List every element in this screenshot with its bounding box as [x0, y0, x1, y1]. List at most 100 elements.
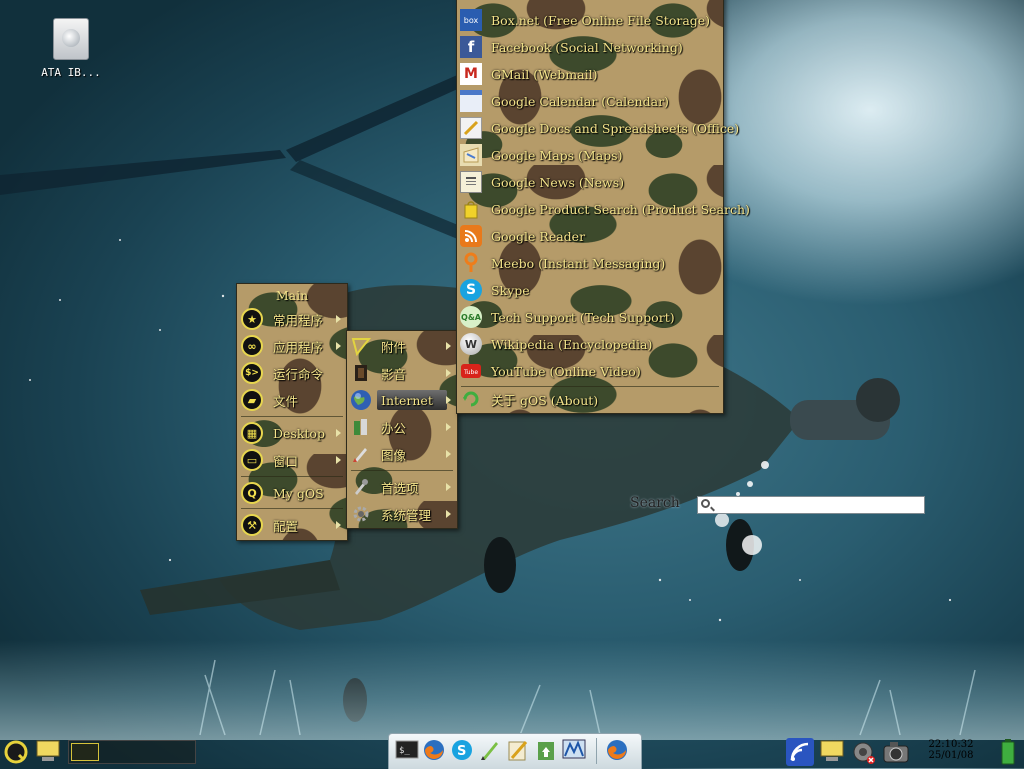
search-field[interactable]: [697, 496, 925, 514]
applications-submenu: 附件 影音 Internet 办公 图像 首选项 系统管理: [346, 330, 458, 529]
star-icon: ★: [241, 308, 263, 330]
internet-item-meebo[interactable]: Meebo (Instant Messaging): [457, 250, 723, 276]
terminal-icon[interactable]: $_: [395, 738, 419, 762]
internet-item-tech-support[interactable]: Q&A Tech Support (Tech Support): [457, 304, 723, 330]
internet-item-calendar[interactable]: Google Calendar (Calendar): [457, 88, 723, 114]
file-manager-icon[interactable]: [534, 738, 558, 762]
launcher-dock: $_ S: [388, 733, 642, 769]
main-menu-item-windows[interactable]: ▭ 窗口: [237, 447, 347, 473]
firefox-running-icon[interactable]: [605, 738, 629, 762]
clock-date: 25/01/08: [928, 750, 974, 761]
submenu-item-multimedia[interactable]: 影音: [347, 360, 457, 386]
internet-item-wikipedia[interactable]: W Wikipedia (Encyclopedia): [457, 331, 723, 357]
calendar-icon: [460, 90, 482, 112]
internet-item-docs[interactable]: Google Docs and Spreadsheets (Office): [457, 115, 739, 141]
accessories-icon: [350, 335, 372, 357]
internet-item-product-search[interactable]: Google Product Search (Product Search): [457, 196, 750, 222]
network-wifi-icon[interactable]: [786, 738, 814, 766]
text-editor-icon[interactable]: [478, 738, 502, 762]
submenu-arrow-icon: [446, 342, 451, 350]
internet-item-label: Tech Support (Tech Support): [491, 309, 675, 325]
menu-separator: [241, 416, 343, 417]
submenu-item-label: 办公: [381, 420, 407, 436]
internet-item-label: GMail (Webmail): [491, 66, 598, 82]
submenu-item-office[interactable]: 办公: [347, 414, 457, 440]
skype-icon: S: [460, 279, 482, 301]
folder-icon: ▰: [241, 389, 263, 411]
internet-item-label: Facebook (Social Networking): [491, 39, 683, 55]
internet-item-about[interactable]: 关于 gOS (About): [457, 386, 723, 412]
screenshot-camera-icon[interactable]: [882, 739, 909, 763]
submenu-item-internet[interactable]: Internet: [347, 387, 457, 413]
internet-item-news[interactable]: Google News (News): [457, 169, 723, 195]
main-menu-item-label: 配置: [273, 518, 299, 534]
monitor-icon[interactable]: [562, 738, 586, 762]
main-menu-item-run-command[interactable]: $> 运行命令: [237, 360, 347, 386]
internet-item-facebook[interactable]: f Facebook (Social Networking): [457, 34, 723, 60]
clock-time: 22:10:32: [928, 739, 974, 750]
submenu-arrow-icon: [446, 510, 451, 518]
menu-separator: [241, 476, 343, 477]
submenu-item-graphics[interactable]: 图像: [347, 441, 457, 467]
main-menu-item-label: 窗口: [273, 453, 299, 469]
submenu-item-accessories[interactable]: 附件: [347, 333, 457, 359]
internet-item-boxnet[interactable]: box Box.net (Free Online File Storage): [457, 7, 723, 33]
desktop-icon: ▦: [241, 422, 263, 444]
submenu-arrow-icon: [446, 450, 451, 458]
gmail-icon: M: [460, 63, 482, 85]
news-icon: [460, 171, 482, 193]
search-label: Search: [630, 495, 680, 511]
internet-item-label: Meebo (Instant Messaging): [491, 255, 666, 271]
battery-icon[interactable]: [998, 738, 1022, 765]
internet-item-label: Skype: [491, 282, 530, 298]
apps-icon: ∞: [241, 335, 263, 357]
facebook-icon: f: [460, 36, 482, 58]
qa-icon: Q&A: [460, 306, 482, 328]
gos-menu-button[interactable]: [4, 740, 28, 764]
internet-item-label: Wikipedia (Encyclopedia): [491, 336, 653, 352]
firefox-icon[interactable]: [422, 738, 446, 762]
office-icon[interactable]: [506, 738, 530, 762]
internet-item-reader[interactable]: Google Reader: [457, 223, 723, 249]
main-menu-item-label: 文件: [273, 393, 299, 409]
wallpaper-ground: [0, 640, 1024, 740]
desktop-icon-drive[interactable]: ATA IB...: [36, 18, 106, 79]
internet-item-youtube[interactable]: Tube YouTube (Online Video): [457, 358, 723, 384]
drive-icon: [53, 18, 89, 60]
run-command-icon: $>: [241, 362, 263, 384]
menu-separator: [241, 508, 343, 509]
rss-icon: [460, 225, 482, 247]
internet-item-maps[interactable]: Google Maps (Maps): [457, 142, 723, 168]
skype-icon[interactable]: S: [450, 738, 474, 762]
workspace-1[interactable]: [71, 743, 99, 761]
internet-item-label: Google News (News): [491, 174, 625, 190]
submenu-item-preferences[interactable]: 首选项: [347, 474, 457, 500]
submenu-item-system-admin[interactable]: 系统管理: [347, 501, 457, 527]
main-menu-item-favorites[interactable]: ★ 常用程序: [237, 306, 347, 332]
main-menu-item-desktop[interactable]: ▦ Desktop: [237, 420, 347, 446]
internet-item-skype[interactable]: S Skype: [457, 277, 723, 303]
workspace-pager[interactable]: [68, 740, 196, 764]
submenu-arrow-icon: [336, 342, 341, 350]
submenu-arrow-icon: [446, 423, 451, 431]
gos-icon: Q: [241, 482, 263, 504]
maps-icon: [460, 144, 482, 166]
show-desktop-button[interactable]: [36, 740, 60, 764]
internet-item-gmail[interactable]: M GMail (Webmail): [457, 61, 723, 87]
window-icon: ▭: [241, 449, 263, 471]
main-menu-item-files[interactable]: ▰ 文件: [237, 387, 347, 413]
volume-muted-icon[interactable]: [852, 741, 876, 765]
system-admin-icon: [350, 503, 372, 525]
shopping-icon: [460, 198, 482, 220]
show-desktop-tray-icon[interactable]: [820, 740, 844, 764]
main-menu-item-label: Desktop: [273, 425, 325, 441]
submenu-arrow-icon: [446, 369, 451, 377]
main-menu-item-applications[interactable]: ∞ 应用程序: [237, 333, 347, 359]
main-menu-item-my-gos[interactable]: Q My gOS: [237, 480, 347, 506]
search-input[interactable]: [716, 497, 916, 513]
clock[interactable]: 22:10:32 25/01/08: [926, 739, 976, 761]
internet-item-label: Google Calendar (Calendar): [491, 93, 669, 109]
internet-item-label: 关于 gOS (About): [491, 392, 599, 408]
search-icon: [701, 499, 710, 508]
main-menu-item-settings[interactable]: ⚒ 配置: [237, 512, 347, 538]
